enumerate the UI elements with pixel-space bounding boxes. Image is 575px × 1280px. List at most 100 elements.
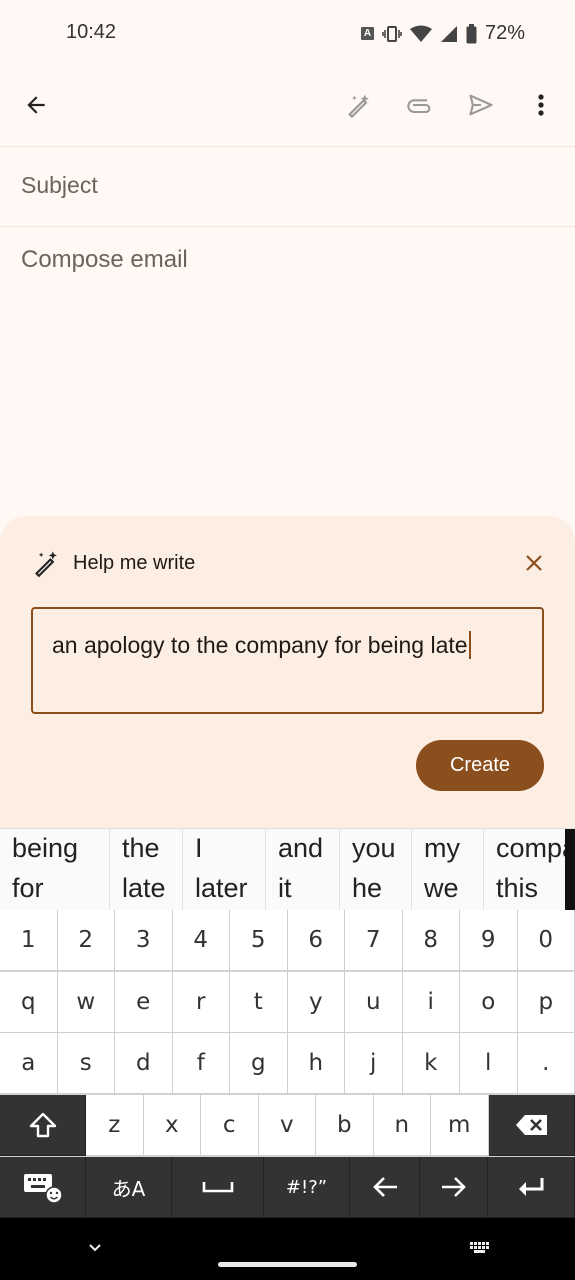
key-w[interactable]: w (57, 972, 115, 1033)
key-f[interactable]: f (172, 1033, 230, 1094)
space-key[interactable] (172, 1157, 264, 1218)
key-b[interactable]: b (316, 1095, 374, 1156)
cursor-right-key[interactable] (420, 1157, 488, 1218)
suggestion-word[interactable]: he (352, 873, 382, 904)
arrow-right-icon (441, 1177, 466, 1197)
key-t[interactable]: t (230, 972, 288, 1033)
key-n[interactable]: n (373, 1095, 431, 1156)
key-0[interactable]: 0 (517, 910, 575, 971)
close-button[interactable] (523, 552, 545, 574)
key-u[interactable]: u (345, 972, 403, 1033)
magic-pen-icon (35, 551, 57, 577)
enter-key[interactable] (488, 1157, 575, 1218)
key-7[interactable]: 7 (345, 910, 403, 971)
key-v[interactable]: v (258, 1095, 316, 1156)
backspace-key[interactable] (489, 1095, 575, 1156)
status-icons: A 72% (360, 22, 525, 45)
key-6[interactable]: 6 (287, 910, 345, 971)
key-5[interactable]: 5 (230, 910, 288, 971)
key-c[interactable]: c (201, 1095, 259, 1156)
key-o[interactable]: o (460, 972, 518, 1033)
suggestion-word[interactable]: for (12, 873, 44, 904)
more-vert-icon (538, 94, 544, 116)
shift-key[interactable] (0, 1095, 86, 1156)
divider (0, 226, 575, 227)
suggestion-column[interactable]: you he (340, 829, 412, 910)
suggestion-word[interactable]: it (278, 873, 292, 904)
create-button[interactable]: Create (416, 740, 544, 791)
compose-body-field[interactable]: Compose email (21, 246, 188, 274)
suggestion-word[interactable]: later (195, 873, 248, 904)
chevron-down-icon[interactable] (88, 1243, 102, 1253)
suggestion-column[interactable]: and it (266, 829, 340, 910)
key-x[interactable]: x (143, 1095, 201, 1156)
suggestion-word[interactable]: you (352, 833, 396, 864)
vibrate-icon (382, 25, 402, 42)
key-2[interactable]: 2 (57, 910, 115, 971)
more-options-button[interactable] (520, 84, 562, 126)
key-p[interactable]: p (517, 972, 575, 1033)
help-me-write-panel: Help me write an apology to the company … (0, 516, 575, 828)
suggestion-word[interactable]: and (278, 833, 323, 864)
help-me-write-button[interactable] (338, 84, 380, 126)
space-icon (202, 1182, 233, 1193)
key-h[interactable]: h (287, 1033, 345, 1094)
key-8[interactable]: 8 (402, 910, 460, 971)
enter-icon (519, 1178, 544, 1196)
attach-button[interactable] (399, 84, 441, 126)
close-icon (526, 555, 542, 571)
home-gesture-handle[interactable] (218, 1262, 357, 1267)
suggestion-scroll-edge (565, 829, 575, 910)
symbols-key[interactable]: #!?” (264, 1157, 350, 1218)
key-z[interactable]: z (86, 1095, 144, 1156)
key-i[interactable]: i (402, 972, 460, 1033)
key-3[interactable]: 3 (115, 910, 173, 971)
key-9[interactable]: 9 (460, 910, 518, 971)
key-k[interactable]: k (402, 1033, 460, 1094)
suggestion-word[interactable]: being (12, 833, 78, 864)
send-button[interactable] (460, 84, 502, 126)
suggestion-column[interactable]: my we (412, 829, 484, 910)
keyboard-settings-key[interactable] (0, 1157, 86, 1218)
key-l[interactable]: l (460, 1033, 518, 1094)
suggestion-column[interactable]: the late (110, 829, 183, 910)
paperclip-icon (407, 99, 431, 114)
status-bar: 10:42 A 72% (0, 0, 575, 64)
cursor-left-key[interactable] (350, 1157, 420, 1218)
divider (0, 146, 575, 147)
key-y[interactable]: y (287, 972, 345, 1033)
system-navigation-bar (0, 1218, 575, 1280)
suggestion-word[interactable]: I (195, 833, 203, 864)
suggestion-column[interactable]: Ilater (183, 829, 266, 910)
key-1[interactable]: 1 (0, 910, 58, 971)
suggestion-word[interactable]: we (424, 873, 459, 904)
back-button[interactable] (15, 84, 57, 126)
key-j[interactable]: j (345, 1033, 403, 1094)
subject-field[interactable]: Subject (21, 172, 98, 199)
status-time: 10:42 (66, 21, 117, 43)
key-period[interactable]: . (517, 1033, 575, 1094)
keyboard-switch-icon[interactable] (470, 1242, 490, 1254)
suggestion-word[interactable]: my (424, 833, 460, 864)
arrow-back-icon (27, 96, 45, 114)
prompt-text: an apology to the company for being late (52, 632, 468, 658)
key-g[interactable]: g (230, 1033, 288, 1094)
key-d[interactable]: d (115, 1033, 173, 1094)
key-r[interactable]: r (172, 972, 230, 1033)
suggestion-column[interactable]: being for (0, 829, 110, 910)
suggestion-word[interactable]: compa (496, 833, 575, 864)
language-key[interactable]: あA (86, 1157, 172, 1218)
key-m[interactable]: m (431, 1095, 489, 1156)
key-a[interactable]: a (0, 1033, 58, 1094)
suggestion-column[interactable]: compa this (484, 829, 575, 910)
key-q[interactable]: q (0, 972, 58, 1033)
suggestion-word[interactable]: this (496, 873, 538, 904)
key-e[interactable]: e (115, 972, 173, 1033)
suggestion-word[interactable]: late (122, 873, 166, 904)
key-s[interactable]: s (57, 1033, 115, 1094)
prompt-input[interactable]: an apology to the company for being late (31, 607, 544, 714)
help-me-write-header: Help me write (33, 549, 195, 577)
text-cursor (468, 631, 471, 659)
suggestion-word[interactable]: the (122, 833, 160, 864)
key-4[interactable]: 4 (172, 910, 230, 971)
